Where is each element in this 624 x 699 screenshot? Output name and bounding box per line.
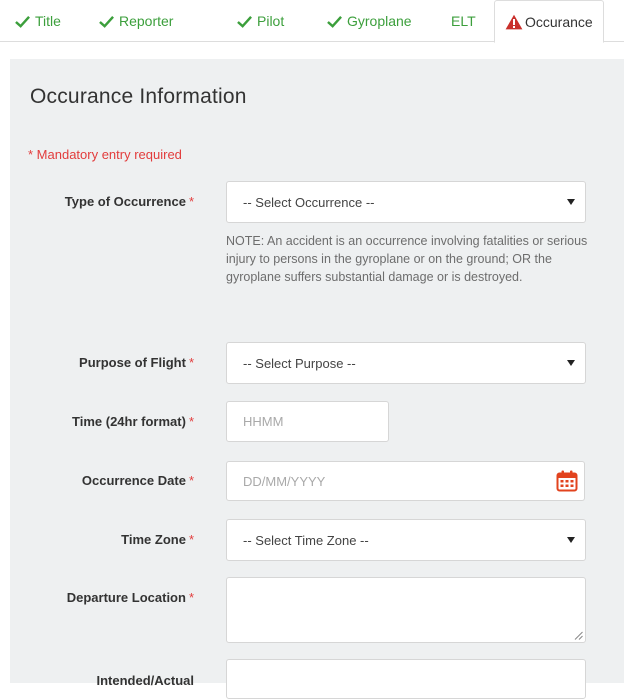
tab-label: ELT xyxy=(451,13,476,29)
checkmark-icon xyxy=(327,15,342,28)
departure-location-label: Departure Location * xyxy=(66,590,194,605)
mandatory-note: * Mandatory entry required xyxy=(28,147,182,162)
calendar-button[interactable] xyxy=(549,461,585,501)
type-of-occurrence-select[interactable]: -- Select Occurrence -- xyxy=(226,181,586,223)
departure-location-textarea[interactable] xyxy=(226,577,586,643)
panel-title: Occurance Information xyxy=(30,85,247,108)
required-asterisk: * xyxy=(188,355,194,370)
accident-note: NOTE: An accident is an occurrence invol… xyxy=(226,234,588,284)
required-asterisk: * xyxy=(188,473,194,488)
time-input[interactable]: HHMM xyxy=(226,401,389,442)
checkmark-icon xyxy=(99,15,114,28)
purpose-of-flight-select[interactable]: -- Select Purpose -- xyxy=(226,342,586,384)
checkmark-icon xyxy=(15,15,30,28)
tab-pilot[interactable]: Pilot xyxy=(237,0,284,42)
resize-grip-icon[interactable] xyxy=(574,631,583,640)
required-asterisk: * xyxy=(188,532,194,547)
tab-gyroplane[interactable]: Gyroplane xyxy=(327,0,412,42)
required-asterisk: * xyxy=(188,590,194,605)
occurrence-date-input[interactable]: DD/MM/YYYY xyxy=(226,461,550,501)
tab-label: Title xyxy=(35,13,61,29)
required-asterisk: * xyxy=(188,414,194,429)
tab-reporter[interactable]: Reporter xyxy=(99,0,173,42)
caret-down-icon xyxy=(567,360,575,366)
tab-label: Gyroplane xyxy=(347,13,412,29)
caret-down-icon xyxy=(567,537,575,543)
tab-title[interactable]: Title xyxy=(15,0,61,42)
intended-actual-input[interactable] xyxy=(226,659,586,699)
caret-down-icon xyxy=(567,199,575,205)
tab-label: Occurance xyxy=(525,13,593,30)
type-of-occurrence-label: Type of Occurrence * xyxy=(64,194,194,209)
time-label: Time (24hr format) * xyxy=(72,414,194,429)
tab-label: Reporter xyxy=(119,13,174,29)
time-zone-label: Time Zone * xyxy=(121,532,194,547)
warning-icon xyxy=(505,14,523,29)
occurrence-date-label: Occurrence Date * xyxy=(81,473,194,488)
calendar-icon xyxy=(556,470,577,492)
time-zone-select[interactable]: -- Select Time Zone -- xyxy=(226,519,586,561)
tab-label: Pilot xyxy=(257,13,285,29)
required-asterisk: * xyxy=(188,194,194,209)
occurance-panel: Occurance Information * Mandatory entry … xyxy=(10,59,624,699)
tab-occurance[interactable]: Occurance xyxy=(494,0,604,43)
purpose-of-flight-label: Purpose of Flight * xyxy=(79,355,194,370)
intended-actual-label: Intended/Actual xyxy=(96,673,194,688)
tab-elt[interactable]: ELT xyxy=(451,0,476,42)
form-tabs: Title Reporter Pilot Gyroplane ELT Occur… xyxy=(0,0,624,43)
checkmark-icon xyxy=(237,15,252,28)
